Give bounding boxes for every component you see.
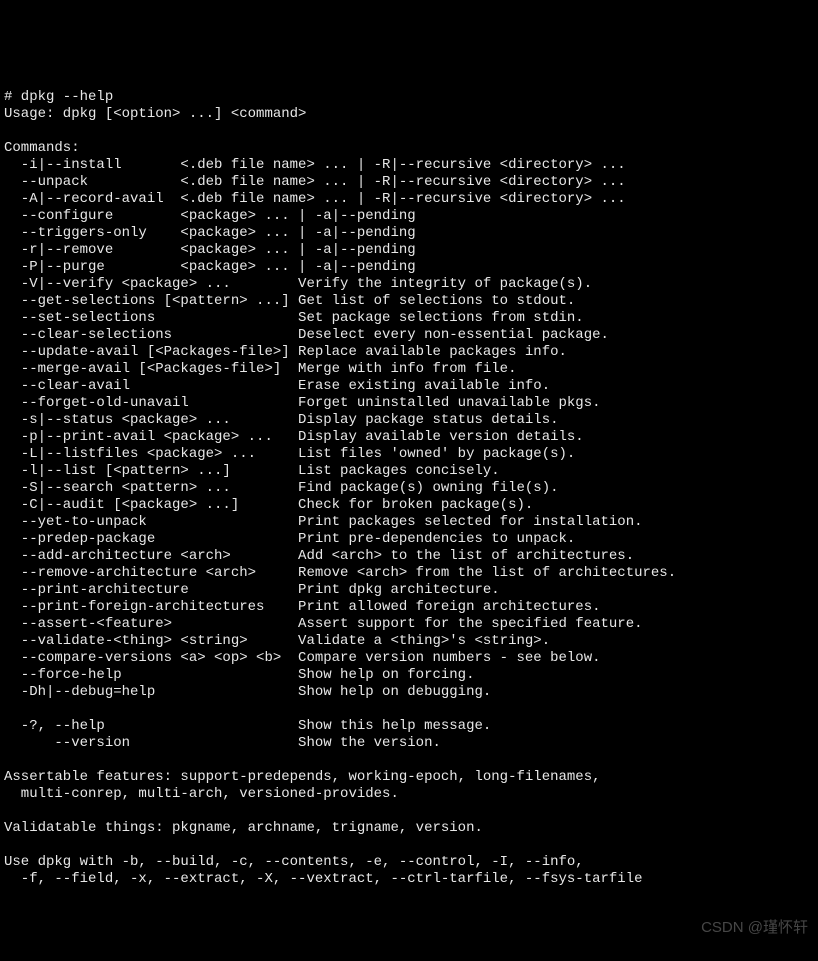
watermark-text: CSDN @瑾怀轩: [701, 919, 808, 936]
terminal-output: # dpkg --help Usage: dpkg [<option> ...]…: [0, 85, 818, 892]
